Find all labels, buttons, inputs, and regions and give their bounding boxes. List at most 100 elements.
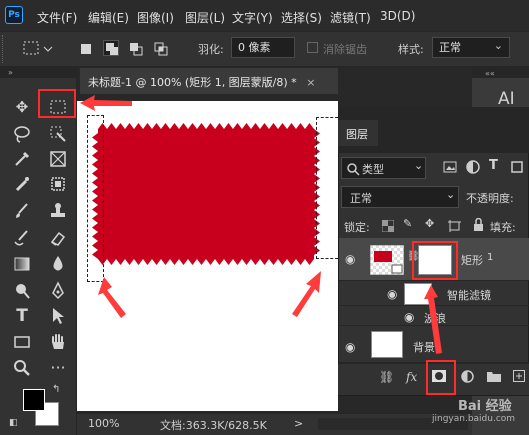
lock-position-icon[interactable]: ✥ — [425, 217, 434, 230]
layers-panel-title: 图层 — [346, 128, 368, 141]
chevron-down-icon: ⌄ — [493, 39, 503, 52]
opacity-label: 不透明度: — [466, 192, 514, 205]
zoom-level[interactable]: 100% — [88, 417, 119, 430]
lock-transparent-icon[interactable] — [382, 220, 394, 232]
gradient-tool-icon[interactable] — [11, 253, 33, 275]
antialias-checkbox[interactable] — [307, 42, 318, 53]
eye-icon[interactable]: ◉ — [404, 310, 414, 324]
zoom-tool-icon[interactable] — [11, 357, 33, 379]
close-icon[interactable]: × — [306, 76, 315, 89]
baidu-watermark: Bai 经验 — [458, 399, 512, 414]
fill-label: 填充: — [490, 221, 516, 234]
smart-filter-label: 智能滤镜 — [447, 289, 491, 302]
link-layers-icon[interactable]: ⛓ — [379, 370, 394, 384]
blend-mode-select[interactable]: 正常 ⌄ — [341, 186, 459, 208]
menu-image[interactable]: 图像(I) — [137, 9, 174, 26]
selection-marquee-right — [316, 117, 338, 259]
new-selection-icon[interactable] — [78, 41, 94, 57]
layer-name-background[interactable]: 背景 — [413, 339, 435, 355]
layer-row-smart-filter[interactable] — [339, 281, 529, 306]
layer-name-rectangle[interactable]: 矩形 — [461, 252, 483, 268]
lasso-tool-icon[interactable] — [11, 123, 33, 145]
eyedropper-tool-icon[interactable] — [11, 148, 33, 170]
highlight-marquee-tool — [38, 89, 76, 118]
layer-filter-select[interactable]: 类型 ⌄ — [341, 157, 426, 179]
menu-3d[interactable]: 3D(D) — [380, 9, 415, 23]
wave-filter-label[interactable]: 波浪 — [424, 310, 446, 326]
baidu-watermark-url: jingyan.baidu.com — [432, 414, 516, 424]
options-grip — [2, 35, 9, 63]
lock-image-icon[interactable]: ✎ — [403, 217, 412, 230]
expand-tools-icon[interactable]: » — [8, 68, 13, 77]
filter-pixel-icon[interactable] — [443, 160, 457, 174]
document-tab[interactable]: 未标题-1 @ 100% (矩形 1, 图层蒙版/8) * × — [80, 68, 338, 94]
filter-adjustment-icon[interactable] — [466, 160, 480, 174]
default-colors-icon[interactable]: ◧ — [9, 418, 18, 428]
ai-panel-label[interactable]: AI — [498, 89, 515, 109]
chevron-down-icon: ⌄ — [446, 188, 456, 201]
healing-brush-tool-icon[interactable] — [11, 173, 33, 195]
rectangle-tool-icon[interactable] — [11, 331, 33, 353]
blur-tool-icon[interactable] — [47, 253, 69, 275]
lock-label: 锁定: — [344, 221, 370, 234]
swap-colors-icon[interactable]: ↰ — [52, 384, 60, 395]
antialias-label: 消除锯齿 — [323, 43, 367, 56]
right-panel-strip-header — [472, 67, 529, 78]
eye-icon[interactable]: ◉ — [345, 340, 355, 354]
photoshop-logo[interactable]: Ps — [5, 6, 23, 24]
menu-edit[interactable]: 编辑(E) — [88, 9, 129, 26]
quick-selection-tool-icon[interactable] — [47, 123, 69, 145]
intersect-selection-icon[interactable] — [153, 41, 169, 57]
pen-tool-icon[interactable] — [47, 280, 69, 302]
feather-label: 羽化: — [198, 43, 224, 56]
frame-tool-icon[interactable] — [47, 148, 69, 170]
menu-filter[interactable]: 滤镜(T) — [330, 9, 371, 26]
background-thumbnail[interactable] — [371, 331, 403, 358]
type-tool-icon[interactable]: T — [11, 305, 33, 327]
filter-shape-icon[interactable] — [510, 160, 524, 174]
adjustment-layer-icon[interactable] — [461, 370, 474, 383]
lock-artboard-icon[interactable] — [448, 220, 461, 232]
eye-icon[interactable]: ◉ — [345, 252, 355, 266]
wavy-red-rectangle — [92, 123, 320, 265]
style-label: 样式: — [398, 43, 424, 56]
smart-filter-mask-thumbnail[interactable] — [404, 283, 432, 305]
menu-file[interactable]: 文件(F) — [37, 9, 77, 26]
layer-smart-object-badge: 1 — [487, 252, 494, 263]
eraser-tool-icon[interactable] — [47, 227, 69, 249]
eye-icon[interactable]: ◉ — [387, 287, 397, 301]
marquee-preset-icon[interactable] — [22, 40, 56, 58]
fx-icon[interactable]: fx — [406, 370, 417, 384]
history-brush-tool-icon[interactable] — [11, 227, 33, 249]
move-tool-icon[interactable]: ✥ — [11, 96, 33, 118]
crop-tool-icon[interactable] — [47, 173, 69, 195]
stamp-tool-icon[interactable] — [47, 200, 69, 222]
style-select[interactable]: 正常 ⌄ — [432, 37, 510, 58]
new-layer-icon[interactable] — [513, 370, 525, 382]
layer-thumbnail[interactable] — [370, 245, 404, 275]
subtract-selection-icon[interactable] — [128, 41, 144, 57]
menu-layer[interactable]: 图层(L) — [185, 9, 225, 26]
blend-mode-value: 正常 — [350, 192, 372, 205]
hand-tool-icon[interactable] — [47, 331, 69, 353]
more-tools-icon[interactable]: ··· — [47, 357, 69, 379]
dodge-tool-icon[interactable] — [11, 280, 33, 302]
collapse-panels-icon[interactable]: «« — [485, 69, 495, 78]
highlight-add-mask-button — [426, 360, 456, 395]
feather-input[interactable]: 0 像素 — [231, 37, 295, 58]
status-expand-icon[interactable]: > — [294, 417, 303, 430]
add-to-selection-icon[interactable] — [103, 40, 119, 56]
foreground-color-front[interactable] — [23, 389, 45, 411]
menu-type[interactable]: 文字(Y) — [232, 9, 273, 26]
chevron-down-icon: ⌄ — [414, 159, 424, 172]
group-folder-icon[interactable] — [487, 370, 501, 382]
highlight-layer-mask — [412, 241, 458, 280]
menu-select[interactable]: 选择(S) — [281, 9, 322, 26]
path-selection-tool-icon[interactable] — [47, 305, 69, 327]
search-icon — [347, 163, 360, 176]
lock-all-icon[interactable] — [473, 218, 484, 232]
document-tab-title: 未标题-1 @ 100% (矩形 1, 图层蒙版/8) * — [88, 76, 297, 89]
document-info: 文档:363.3K/628.5K — [160, 419, 267, 432]
brush-tool-icon[interactable] — [11, 200, 33, 222]
filter-type-icon[interactable]: T — [489, 158, 498, 173]
